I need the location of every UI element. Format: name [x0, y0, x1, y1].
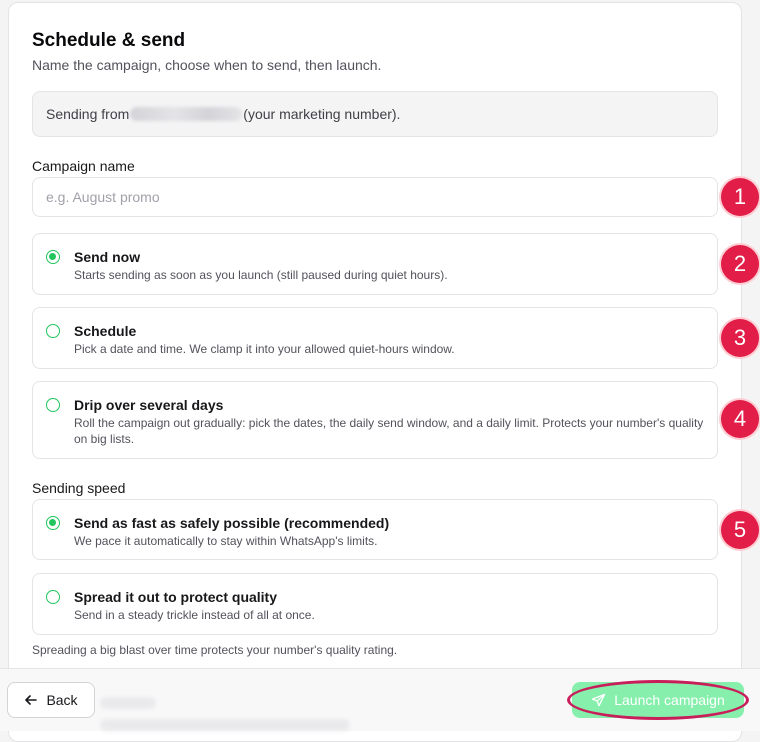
option-title: Schedule	[74, 323, 137, 339]
back-button[interactable]: Back	[7, 682, 95, 718]
option-title: Spread it out to protect quality	[74, 589, 278, 605]
sender-info-box: Sending from (your marketing number).	[32, 91, 718, 137]
option-description: Roll the campaign out gradually: pick th…	[74, 416, 704, 446]
option-title: Send as fast as safely possible (recomme…	[74, 515, 390, 531]
option-speed-spread[interactable]: Spread it out to protect quality Send in…	[32, 573, 718, 635]
option-drip[interactable]: Drip over several days Roll the campaign…	[32, 381, 718, 459]
option-title: Send now	[74, 249, 141, 265]
annotation-badge-2: 2	[721, 245, 759, 283]
option-description: Starts sending as soon as you launch (st…	[74, 268, 448, 282]
option-description: Send in a steady trickle instead of all …	[74, 608, 315, 622]
option-send-now[interactable]: Send now Starts sending as soon as you l…	[32, 233, 718, 295]
launch-campaign-button[interactable]: Launch campaign	[572, 682, 744, 718]
page-subtitle: Name the campaign, choose when to send, …	[32, 57, 382, 73]
option-speed-fast[interactable]: Send as fast as safely possible (recomme…	[32, 499, 718, 560]
arrow-left-icon	[25, 695, 38, 705]
annotation-badge-5: 5	[721, 511, 759, 549]
sender-prefix: Sending from	[46, 106, 130, 122]
blurred-footer-text	[100, 697, 156, 709]
redacted-phone-number	[130, 107, 243, 121]
option-description: We pace it automatically to stay within …	[74, 534, 378, 548]
radio-send-now[interactable]	[46, 250, 60, 264]
page-title: Schedule & send	[32, 30, 186, 51]
campaign-name-input[interactable]	[32, 177, 718, 217]
option-schedule[interactable]: Schedule Pick a date and time. We clamp …	[32, 307, 718, 369]
radio-drip[interactable]	[46, 398, 60, 412]
annotation-badge-3: 3	[721, 319, 759, 357]
radio-schedule[interactable]	[46, 324, 60, 338]
option-description: Pick a date and time. We clamp it into y…	[74, 342, 455, 356]
annotation-badge-4: 4	[721, 400, 759, 438]
radio-speed-fast[interactable]	[46, 516, 60, 530]
send-icon	[591, 693, 606, 706]
speed-note: Spreading a big blast over time protects…	[32, 643, 398, 657]
radio-speed-spread[interactable]	[46, 590, 60, 604]
option-title: Drip over several days	[74, 397, 224, 413]
annotation-badge-1: 1	[721, 178, 759, 216]
sending-speed-label: Sending speed	[32, 480, 126, 496]
launch-button-label: Launch campaign	[614, 692, 725, 708]
back-button-label: Back	[46, 692, 78, 708]
blurred-footer-text	[100, 719, 350, 731]
campaign-name-label: Campaign name	[32, 158, 135, 174]
sender-suffix: (your marketing number).	[243, 106, 401, 122]
